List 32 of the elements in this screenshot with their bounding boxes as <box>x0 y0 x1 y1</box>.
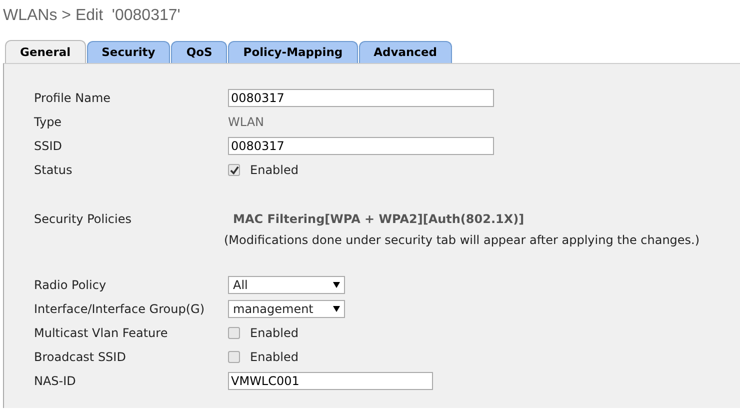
field-label: Interface/Interface Group(G) <box>34 301 206 318</box>
field-label: Profile Name <box>34 90 112 107</box>
tab[interactable]: QoS <box>171 41 228 63</box>
field-label: Security Policies <box>34 211 132 228</box>
policy-note: (Modifications done under security tab will appear after applying the changes.) <box>224 232 700 249</box>
caret-icon <box>333 306 340 312</box>
policy-value: MAC Filtering[WPA + WPA2][Auth(802.1X)] <box>232 211 526 228</box>
field-label: Multicast Vlan Feature <box>34 325 169 342</box>
checkbox-label: Enabled <box>250 162 298 179</box>
dropdown[interactable]: All <box>228 276 345 294</box>
checkbox[interactable] <box>228 351 240 363</box>
field-value: WLAN <box>228 114 264 131</box>
dropdown[interactable]: management <box>228 300 345 318</box>
checkbox-label: Enabled <box>250 349 298 366</box>
field-label: SSID <box>34 138 64 155</box>
tab[interactable]: Advanced <box>358 41 452 63</box>
checkbox-label: Enabled <box>250 325 298 342</box>
input-field[interactable]: 0080317 <box>228 89 494 107</box>
field-label: NAS-ID <box>34 373 77 390</box>
page-title: WLANs > Edit '0080317' <box>2 6 182 26</box>
caret-icon <box>333 282 340 288</box>
field-label: Status <box>34 162 74 179</box>
checkbox[interactable] <box>228 164 240 176</box>
input-field[interactable]: VMWLC001 <box>228 372 433 390</box>
tab[interactable]: Security <box>86 41 170 63</box>
field-label: Broadcast SSID <box>34 349 127 366</box>
checkbox[interactable] <box>228 327 240 339</box>
input-field[interactable]: 0080317 <box>228 137 494 155</box>
field-label: Radio Policy <box>34 277 108 294</box>
tab[interactable]: Policy-Mapping <box>228 41 358 63</box>
field-label: Type <box>34 114 63 131</box>
tab[interactable]: General <box>5 40 86 63</box>
